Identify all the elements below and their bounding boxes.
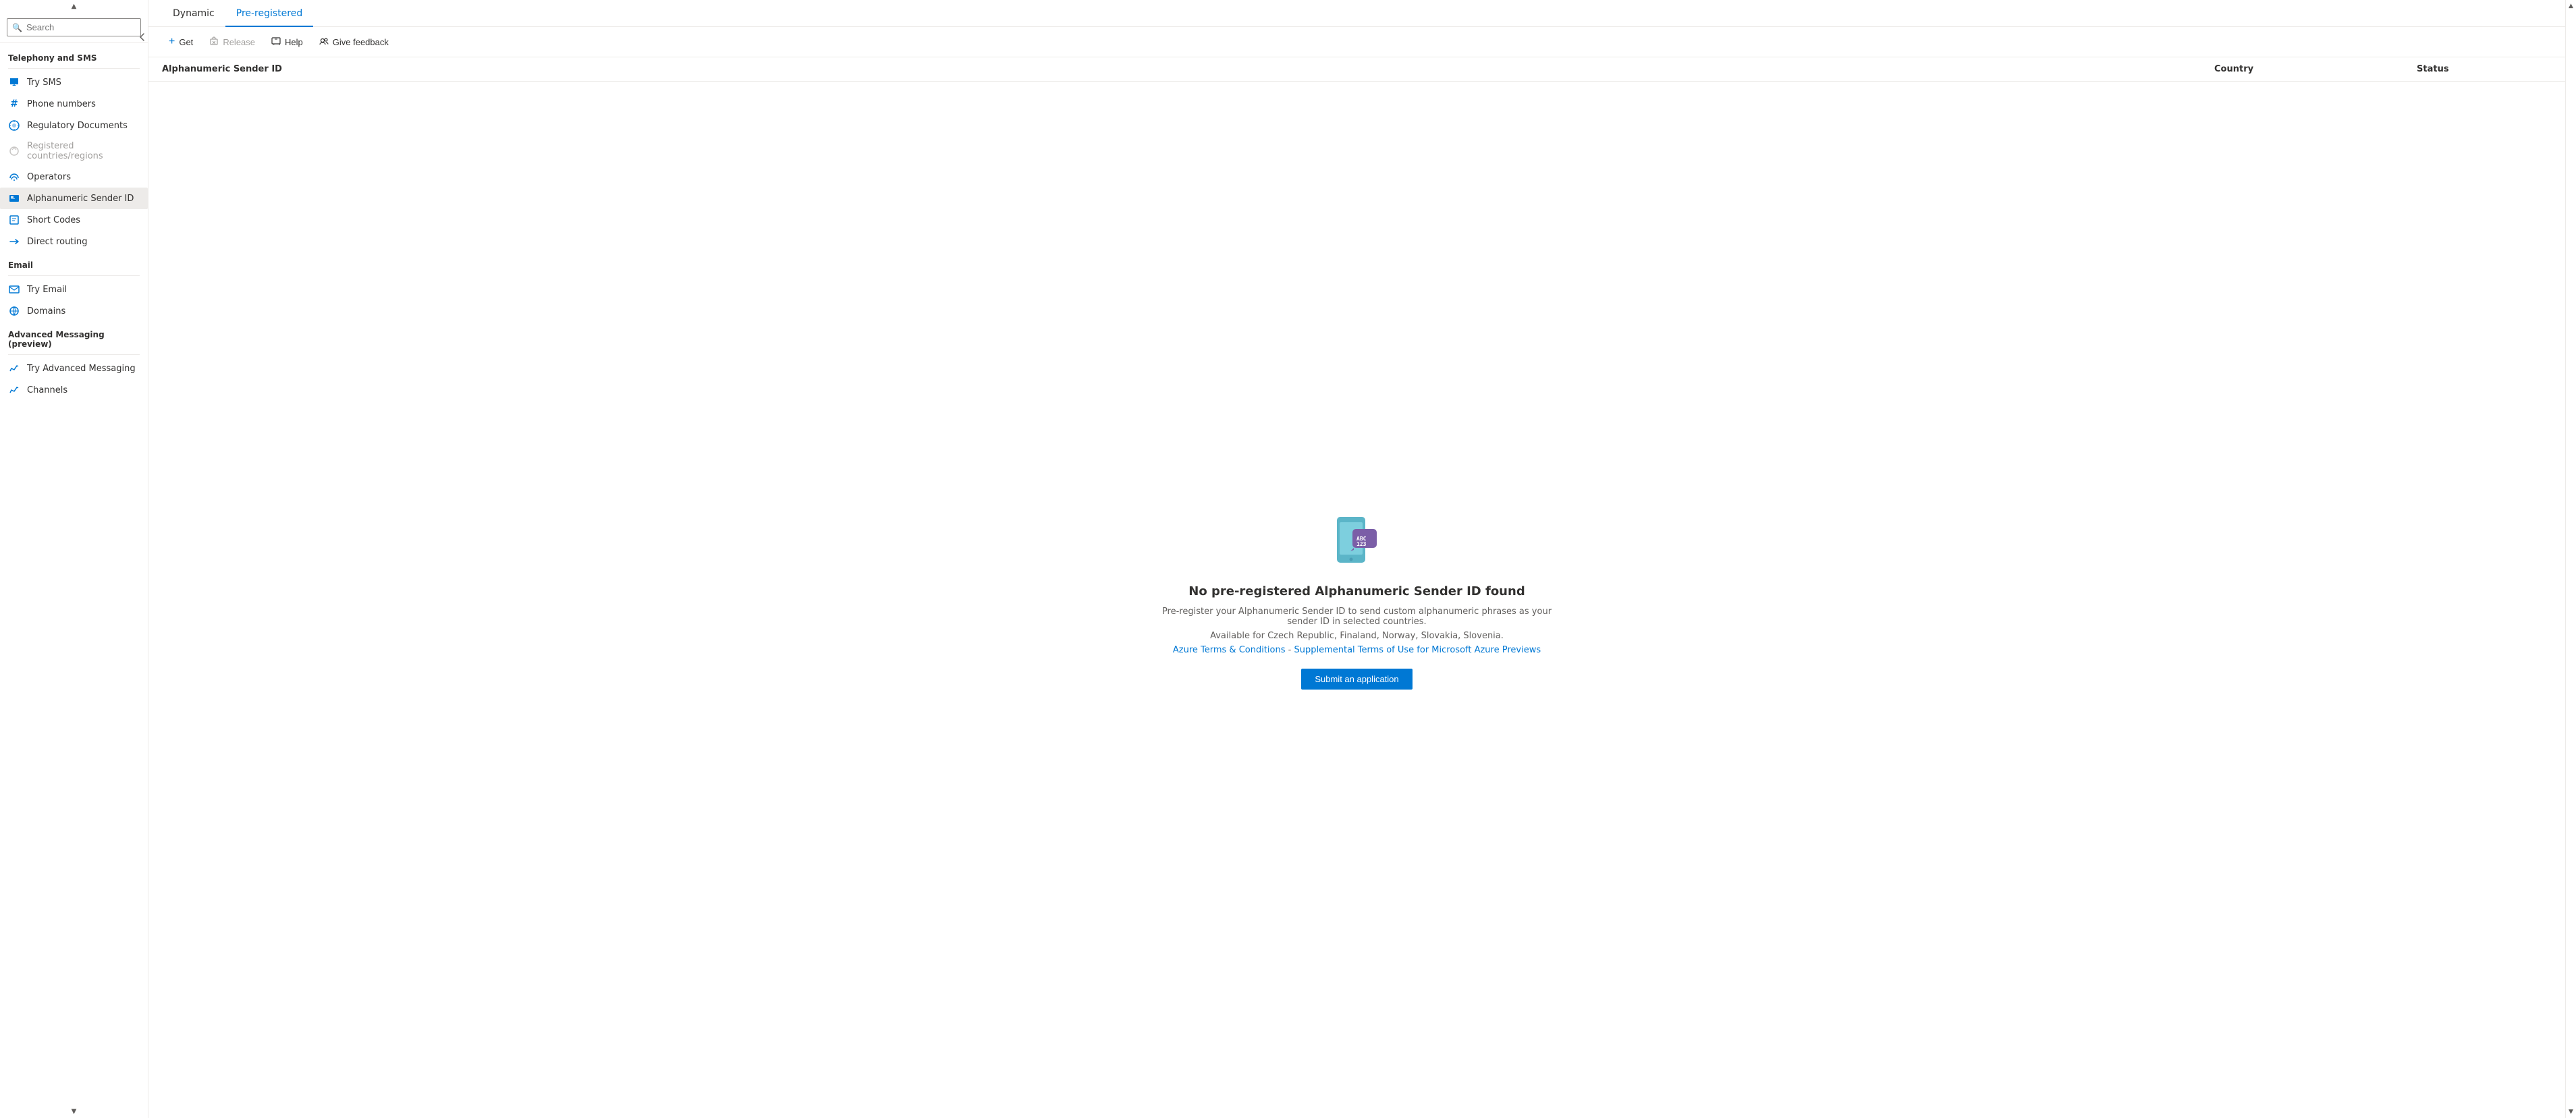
sidebar-item-phone-numbers[interactable]: # Phone numbers [0, 93, 148, 115]
empty-state-description2: Available for Czech Republic, Finaland, … [1210, 631, 1504, 641]
tabs-bar: Dynamic Pre-registered [148, 0, 2565, 27]
give-feedback-icon [319, 36, 329, 48]
sidebar-search-container: 🔍 [0, 13, 148, 43]
empty-state-illustration: ABC 123 [1327, 510, 1388, 571]
release-button[interactable]: Release [202, 33, 262, 51]
sidebar-item-label-domains: Domains [27, 306, 65, 316]
sidebar-item-label-phone-numbers: Phone numbers [27, 99, 96, 109]
sidebar-item-label-try-sms: Try SMS [27, 78, 61, 88]
registered-countries-icon [8, 145, 20, 157]
tab-dynamic[interactable]: Dynamic [162, 0, 225, 27]
channels-icon [8, 384, 20, 396]
try-email-icon [8, 283, 20, 296]
azure-terms-link[interactable]: Azure Terms & Conditions [1173, 645, 1286, 655]
tab-pre-registered[interactable]: Pre-registered [225, 0, 314, 27]
right-scrollbar: ▲ ▼ [2565, 0, 2576, 1118]
try-advanced-messaging-icon [8, 362, 20, 374]
give-feedback-button-label: Give feedback [333, 37, 389, 47]
table-header: Alphanumeric Sender ID Country Status [148, 57, 2565, 82]
main-content: Dynamic Pre-registered + Get Release Hel… [148, 0, 2565, 1118]
search-input[interactable] [7, 18, 141, 36]
sidebar-item-try-email[interactable]: Try Email [0, 279, 148, 300]
empty-state-links: Azure Terms & Conditions - Supplemental … [1173, 645, 1541, 655]
sidebar-content: Telephony and SMS Try SMS # Phone number… [0, 43, 148, 1105]
help-icon [271, 36, 281, 48]
svg-text:123: 123 [1356, 541, 1367, 547]
sidebar-item-try-advanced-messaging[interactable]: Try Advanced Messaging [0, 358, 148, 379]
get-icon: + [169, 36, 175, 48]
sidebar-item-operators[interactable]: Operators [0, 166, 148, 188]
sidebar-collapse-button[interactable] [137, 27, 148, 47]
section-header-email: Email [0, 252, 148, 273]
scrollbar-down-arrow[interactable]: ▼ [2567, 1107, 2575, 1117]
section-header-telephony: Telephony and SMS [0, 45, 148, 65]
search-icon: 🔍 [12, 23, 22, 32]
alphanumeric-sender-id-icon [8, 192, 20, 204]
scroll-up-arrow[interactable]: ▲ [0, 0, 148, 13]
short-codes-icon [8, 214, 20, 226]
scroll-down-arrow[interactable]: ▼ [0, 1105, 148, 1118]
toolbar: + Get Release Help Give feedback [148, 27, 2565, 57]
sidebar-item-label-channels: Channels [27, 385, 67, 395]
regulatory-docs-icon [8, 119, 20, 132]
column-header-alphanumeric-sender-id: Alphanumeric Sender ID [162, 64, 2214, 74]
give-feedback-button[interactable]: Give feedback [312, 33, 395, 51]
release-button-label: Release [223, 37, 255, 47]
sidebar-item-label-direct-routing: Direct routing [27, 237, 88, 247]
scrollbar-up-arrow[interactable]: ▲ [2567, 1, 2575, 11]
sidebar-item-label-operators: Operators [27, 172, 71, 182]
domains-icon [8, 305, 20, 317]
sidebar-item-direct-routing[interactable]: Direct routing [0, 231, 148, 252]
section-divider-email [8, 275, 140, 276]
supplemental-terms-link[interactable]: Supplemental Terms of Use for Microsoft … [1294, 645, 1541, 655]
sidebar-item-label-try-advanced-messaging: Try Advanced Messaging [27, 364, 136, 374]
sidebar-item-label-regulatory-docs: Regulatory Documents [27, 121, 128, 131]
help-button-label: Help [285, 37, 303, 47]
release-icon [209, 36, 219, 48]
sidebar-item-domains[interactable]: Domains [0, 300, 148, 322]
direct-routing-icon [8, 235, 20, 248]
help-button[interactable]: Help [265, 33, 310, 51]
phone-numbers-icon: # [8, 98, 20, 110]
empty-state-title: No pre-registered Alphanumeric Sender ID… [1188, 584, 1525, 598]
column-header-country: Country [2214, 64, 2417, 74]
get-button[interactable]: + Get [162, 32, 200, 51]
sidebar-item-label-registered-countries: Registered countries/regions [27, 141, 140, 161]
submit-application-button[interactable]: Submit an application [1301, 669, 1412, 690]
get-button-label: Get [179, 37, 193, 47]
sidebar-item-try-sms[interactable]: Try SMS [0, 72, 148, 93]
column-header-status: Status [2417, 64, 2552, 74]
sidebar-item-label-alphanumeric-sender-id: Alphanumeric Sender ID [27, 194, 134, 204]
section-header-advanced-messaging: Advanced Messaging (preview) [0, 322, 148, 352]
section-divider-advanced-messaging [8, 354, 140, 355]
sidebar-item-label-short-codes: Short Codes [27, 215, 80, 225]
section-divider-telephony [8, 68, 140, 69]
sidebar-item-short-codes[interactable]: Short Codes [0, 209, 148, 231]
sidebar-item-registered-countries: Registered countries/regions [0, 136, 148, 166]
sidebar-item-alphanumeric-sender-id[interactable]: Alphanumeric Sender ID [0, 188, 148, 209]
sidebar-item-label-try-email: Try Email [27, 285, 67, 295]
operators-icon [8, 171, 20, 183]
empty-state: ABC 123 No pre-registered Alphanumeric S… [148, 82, 2565, 1118]
sidebar: ▲ 🔍 Telephony and SMS Try SMS # Phone nu… [0, 0, 148, 1118]
empty-state-description1: Pre-register your Alphanumeric Sender ID… [1155, 607, 1560, 627]
sidebar-item-channels[interactable]: Channels [0, 379, 148, 401]
try-sms-icon [8, 76, 20, 88]
sidebar-item-regulatory-docs[interactable]: Regulatory Documents [0, 115, 148, 136]
